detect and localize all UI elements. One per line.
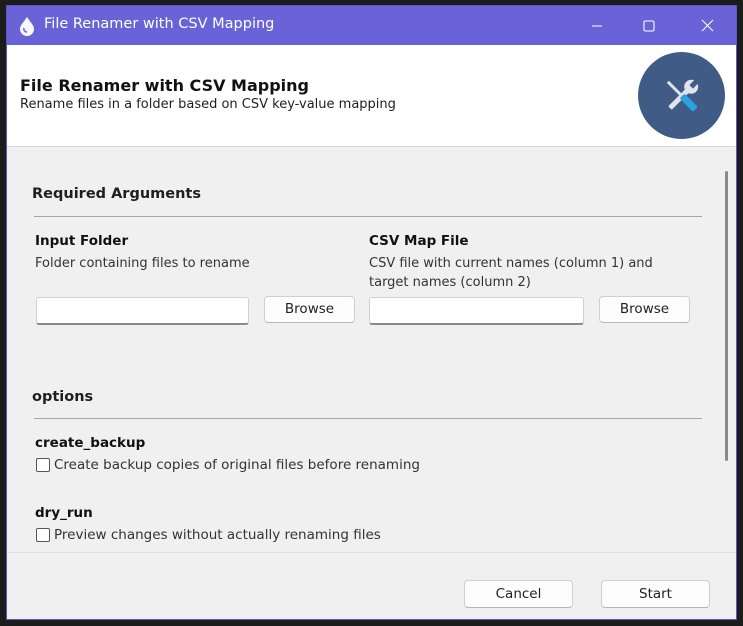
vertical-scrollbar[interactable] [725,171,728,461]
create-backup-checkbox[interactable] [36,458,50,472]
csv-map-field[interactable] [369,297,584,325]
dry-run-label: dry_run [35,505,93,521]
app-drop-icon [17,16,37,36]
close-button[interactable] [684,6,730,45]
app-window: File Renamer with CSV Mapping File Renam… [6,5,737,620]
footer-bar: Cancel Start [7,553,736,619]
header-subtitle: Rename files in a folder based on CSV ke… [20,97,396,112]
required-section-title: Required Arguments [32,186,201,202]
cancel-button[interactable]: Cancel [464,580,573,608]
minimize-button[interactable] [574,6,620,45]
header-title: File Renamer with CSV Mapping [20,76,310,95]
maximize-icon [643,19,655,32]
options-section-title: options [32,389,94,405]
create-backup-checkbox-label[interactable]: Create backup copies of original files b… [54,457,420,473]
start-button[interactable]: Start [601,580,710,608]
input-folder-field[interactable] [36,297,249,325]
form-content[interactable]: Required Arguments Input Folder Folder c… [7,147,736,552]
csv-map-label: CSV Map File [369,233,469,249]
input-folder-browse-button[interactable]: Browse [264,296,355,323]
input-folder-description: Folder containing files to rename [35,256,250,271]
input-folder-label: Input Folder [35,233,129,249]
window-title: File Renamer with CSV Mapping [44,16,275,32]
csv-map-browse-button[interactable]: Browse [599,296,690,323]
minimize-icon [592,25,602,26]
options-section-divider [34,418,702,419]
maximize-button[interactable] [626,6,672,45]
create-backup-label: create_backup [35,435,146,451]
dry-run-checkbox-label[interactable]: Preview changes without actually renamin… [54,527,381,543]
csv-map-description: CSV file with current names (column 1) a… [369,256,653,290]
title-bar[interactable]: File Renamer with CSV Mapping [7,6,736,45]
close-icon [701,19,713,32]
logo [638,52,725,139]
header-panel: File Renamer with CSV Mapping Rename fil… [7,45,736,146]
required-section-divider [34,216,702,217]
dry-run-checkbox[interactable] [36,528,50,542]
tools-icon [666,78,699,111]
create-backup-row[interactable]: Create backup copies of original files b… [36,457,420,473]
dry-run-row[interactable]: Preview changes without actually renamin… [36,527,381,543]
